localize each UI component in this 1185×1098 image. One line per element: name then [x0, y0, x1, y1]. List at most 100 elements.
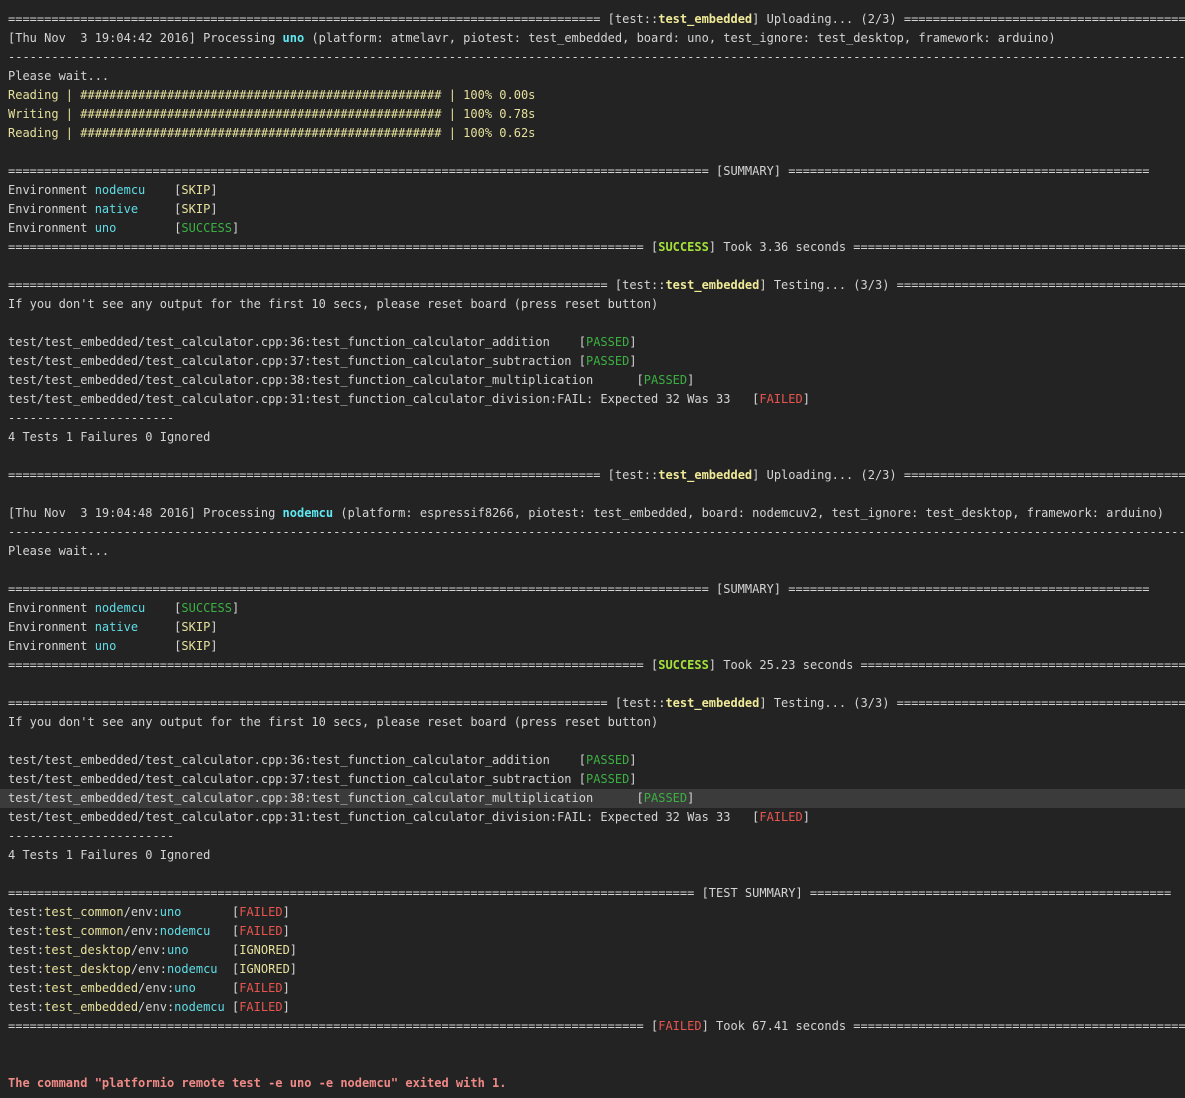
- terminal-text: ----------------------------------------…: [8, 50, 1185, 64]
- terminal-line: Environment uno [SUCCESS]: [0, 219, 1185, 238]
- terminal-text: nodemcu: [94, 601, 146, 615]
- terminal-text: SUCCESS: [658, 240, 709, 254]
- terminal-text: ========================================…: [8, 240, 659, 254]
- terminal-text: ========================================…: [8, 164, 1150, 178]
- terminal-text: Environment: [8, 221, 95, 235]
- terminal-line: -----------------------: [0, 827, 1185, 846]
- terminal-line: test:test_embedded/env:nodemcu [FAILED]: [0, 998, 1185, 1017]
- terminal-line: test/test_embedded/test_calculator.cpp:3…: [0, 751, 1185, 770]
- terminal-line: Environment native [SKIP]: [0, 200, 1185, 219]
- terminal-text: SKIP: [181, 183, 211, 197]
- terminal-text: PASSED: [643, 373, 688, 387]
- terminal-line: test:test_common/env:nodemcu [FAILED]: [0, 922, 1185, 941]
- terminal-line: test:test_embedded/env:uno [FAILED]: [0, 979, 1185, 998]
- terminal-text: test_embedded: [44, 981, 139, 995]
- terminal-text: ]: [629, 753, 637, 767]
- terminal-line: If you don't see any output for the firs…: [0, 713, 1185, 732]
- terminal-text: uno: [159, 905, 182, 919]
- terminal-line: 4 Tests 1 Failures 0 Ignored: [0, 428, 1185, 447]
- terminal-line: Environment native [SKIP]: [0, 618, 1185, 637]
- terminal-line: ========================================…: [0, 656, 1185, 675]
- terminal-text: test_common: [44, 924, 124, 938]
- terminal-text: Please wait...: [8, 544, 110, 558]
- terminal-text: /env:: [123, 905, 160, 919]
- terminal-text: PASSED: [585, 335, 630, 349]
- terminal-line: The command "platformio remote test -e u…: [0, 1074, 1185, 1093]
- terminal-text: test/test_embedded/test_calculator.cpp:3…: [8, 772, 586, 786]
- terminal-line: Environment nodemcu [SUCCESS]: [0, 599, 1185, 618]
- terminal-text: test/test_embedded/test_calculator.cpp:3…: [8, 373, 644, 387]
- terminal-text: ========================================…: [8, 468, 659, 482]
- terminal-text: FAILED: [658, 1019, 702, 1033]
- terminal-text: ]: [282, 1000, 290, 1014]
- terminal-line: ========================================…: [0, 276, 1185, 295]
- terminal-line: test/test_embedded/test_calculator.cpp:3…: [0, 770, 1185, 789]
- terminal-line: test/test_embedded/test_calculator.cpp:3…: [0, 371, 1185, 390]
- terminal-text: ========================================…: [8, 1019, 659, 1033]
- terminal-text: nodemcu: [174, 1000, 225, 1014]
- terminal-text: If you don't see any output for the firs…: [8, 715, 659, 729]
- terminal-text: /env:: [130, 943, 167, 957]
- terminal-text: uno: [94, 639, 117, 653]
- terminal-text: FAILED: [759, 392, 803, 406]
- terminal-text: test:: [8, 943, 45, 957]
- terminal-line: ========================================…: [0, 694, 1185, 713]
- terminal-text: uno: [94, 221, 117, 235]
- terminal-text: Reading | ##############################…: [8, 126, 536, 140]
- terminal-text: ]: [687, 373, 695, 387]
- terminal-text: test/test_embedded/test_calculator.cpp:3…: [8, 791, 644, 805]
- terminal-text: ]: [629, 354, 637, 368]
- terminal-text: test_embedded: [44, 1000, 139, 1014]
- terminal-text: test/test_embedded/test_calculator.cpp:3…: [8, 392, 760, 406]
- terminal-text: ]: [289, 962, 298, 976]
- terminal-text: nodemcu: [282, 506, 334, 520]
- terminal-line: Writing | ##############################…: [0, 105, 1185, 124]
- terminal-text: test_embedded: [665, 278, 760, 292]
- terminal-text: ]: [629, 772, 637, 786]
- terminal-line: ========================================…: [0, 1017, 1185, 1036]
- terminal-line: test:test_common/env:uno [FAILED]: [0, 903, 1185, 922]
- terminal-text: test/test_embedded/test_calculator.cpp:3…: [8, 354, 586, 368]
- terminal-text: ] Testing... (3/3) =====================…: [759, 696, 1185, 710]
- terminal-text: ]: [210, 639, 218, 653]
- terminal-text: /env:: [138, 981, 175, 995]
- terminal-text: 4 Tests 1 Failures 0 Ignored: [8, 848, 211, 862]
- terminal-line: ----------------------------------------…: [0, 523, 1185, 542]
- terminal-text: nodemcu: [166, 962, 218, 976]
- terminal-text: ]: [629, 335, 637, 349]
- terminal-text: PASSED: [585, 772, 630, 786]
- terminal-output: ========================================…: [0, 0, 1185, 1093]
- terminal-text: [: [145, 601, 182, 615]
- terminal-text: test:: [8, 905, 45, 919]
- terminal-text: ] Testing... (3/3) =====================…: [759, 278, 1185, 292]
- terminal-text: [: [210, 924, 240, 938]
- terminal-text: nodemcu: [159, 924, 211, 938]
- terminal-text: [Thu Nov 3 19:04:42 2016] Processing: [8, 31, 283, 45]
- terminal-text: ]: [210, 202, 218, 216]
- terminal-text: Reading | ##############################…: [8, 88, 536, 102]
- terminal-line: Reading | ##############################…: [0, 86, 1185, 105]
- terminal-line: test:test_desktop/env:uno [IGNORED]: [0, 941, 1185, 960]
- terminal-text: /env:: [138, 1000, 175, 1014]
- terminal-text: ]: [282, 905, 290, 919]
- terminal-text: PASSED: [585, 753, 630, 767]
- terminal-line: If you don't see any output for the firs…: [0, 295, 1185, 314]
- terminal-text: native: [94, 202, 139, 216]
- terminal-line: [Thu Nov 3 19:04:42 2016] Processing uno…: [0, 29, 1185, 48]
- terminal-text: FAILED: [239, 905, 283, 919]
- terminal-text: test_common: [44, 905, 124, 919]
- terminal-text: ] Took 25.23 seconds ===================…: [708, 658, 1185, 672]
- terminal-text: ] Uploading... (2/3) ===================…: [752, 12, 1185, 26]
- terminal-line: Reading | ##############################…: [0, 124, 1185, 143]
- terminal-text: ========================================…: [8, 582, 1150, 596]
- terminal-line: Please wait...: [0, 542, 1185, 561]
- terminal-text: /env:: [123, 924, 160, 938]
- terminal-text: ========================================…: [8, 696, 666, 710]
